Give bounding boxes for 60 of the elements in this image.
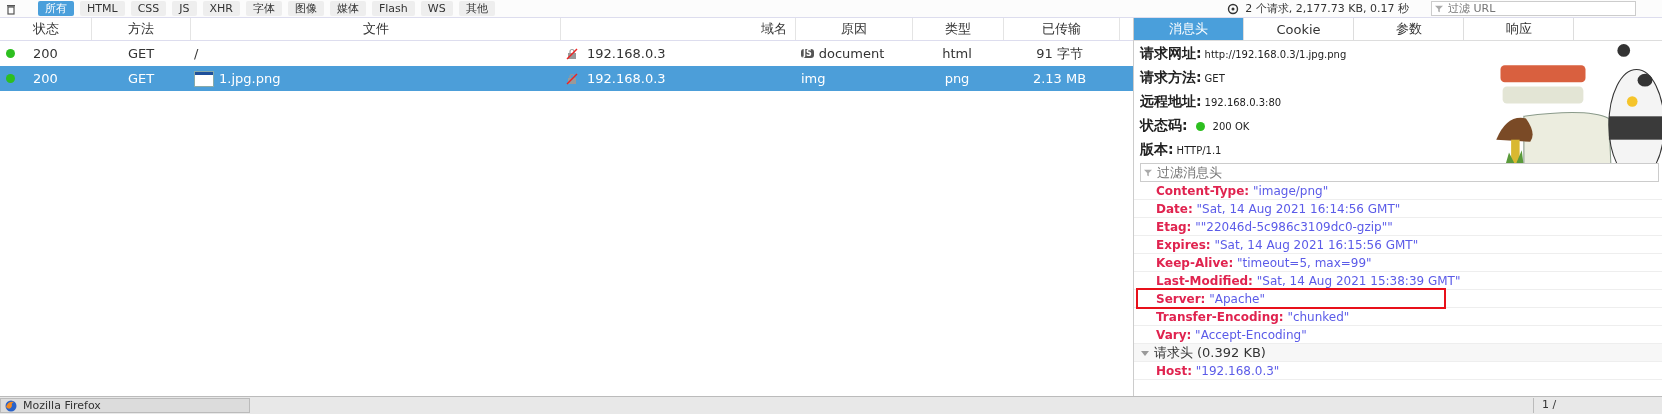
info-value: 192.168.0.3:80: [1204, 96, 1282, 108]
info-label: 远程地址:: [1140, 93, 1202, 111]
section-size: (0.392 KB): [1197, 345, 1266, 360]
js-badge: JS: [801, 49, 814, 58]
method-text: GET: [127, 71, 155, 86]
column-header[interactable]: 已传输: [1004, 18, 1120, 40]
info-value: HTTP/1.1: [1176, 144, 1222, 156]
header-line: Content-Type: "image/png": [1156, 183, 1329, 198]
size-text: 91 字节: [1036, 44, 1083, 63]
column-header[interactable]: 状态: [0, 18, 92, 40]
header-line: Date: "Sat, 14 Aug 2021 16:14:56 GMT": [1156, 201, 1401, 216]
header-line: Server: "Apache": [1156, 291, 1266, 306]
cause-text: img: [801, 71, 826, 86]
info-value: 200 OK: [1212, 120, 1250, 132]
url-filter-field[interactable]: 过滤 URL: [1431, 1, 1636, 16]
column-header[interactable]: 原因: [796, 18, 913, 40]
request-row[interactable]: 200 GET / 192.168.0.3 JS document html 91 字节: [0, 41, 1133, 66]
filter-button[interactable]: CSS: [130, 1, 167, 16]
info-label: 请求网址:: [1140, 45, 1202, 63]
info-label: 版本:: [1140, 141, 1174, 159]
filter-button[interactable]: 图像: [287, 1, 324, 16]
header-line: Expires: "Sat, 14 Aug 2021 16:15:56 GMT": [1156, 237, 1419, 252]
taskbar-window-button[interactable]: Mozilla Firefox: [0, 398, 250, 413]
method-text: GET: [127, 46, 155, 61]
header-line: Last-Modified: "Sat, 14 Aug 2021 15:38:39 GMT": [1156, 273, 1461, 288]
workspace-pager[interactable]: 1 /: [1533, 398, 1662, 413]
filter-button[interactable]: Flash: [371, 1, 415, 16]
info-label: 状态码:: [1140, 117, 1188, 135]
status-code: 200: [33, 71, 58, 86]
file-name: 1.jpg.png: [219, 71, 281, 86]
header-line: Keep-Alive: "timeout=5, max=99": [1156, 255, 1372, 270]
column-header[interactable]: 文件: [191, 18, 561, 40]
filter-button[interactable]: JS: [172, 1, 197, 16]
size-text: 2.13 MB: [1032, 71, 1087, 86]
domain-text: 192.168.0.3: [587, 71, 666, 86]
header-line: Transfer-Encoding: "chunked": [1156, 309, 1350, 324]
file-name: /: [194, 46, 199, 61]
header-line: Host: "192.168.0.3": [1156, 363, 1280, 378]
filter-button[interactable]: WS: [420, 1, 453, 16]
column-header[interactable]: 方法: [92, 18, 191, 40]
type-text: html: [942, 46, 972, 61]
info-value: GET: [1204, 72, 1225, 84]
filter-button[interactable]: XHR: [202, 1, 240, 16]
domain-text: 192.168.0.3: [587, 46, 666, 61]
header-line: Vary: "Accept-Encoding": [1156, 327, 1307, 342]
filter-button[interactable]: 其他: [458, 1, 495, 16]
section-title: 请求头: [1154, 343, 1193, 362]
filter-button[interactable]: 媒体: [329, 1, 366, 16]
request-summary: 2 个请求, 2,177.73 KB, 0.17 秒: [1245, 1, 1409, 16]
cause-text: document: [818, 46, 885, 61]
info-value: http://192.168.0.3/1.jpg.png: [1204, 48, 1347, 60]
filter-button[interactable]: 字体: [245, 1, 282, 16]
info-label: 请求方法:: [1140, 69, 1202, 87]
status-code: 200: [33, 46, 58, 61]
header-line: Etag: ""22046d-5c986c3109dc0-gzip"": [1156, 219, 1393, 234]
column-header[interactable]: 域名: [561, 18, 796, 40]
header-filter-field[interactable]: 过滤消息头: [1140, 163, 1659, 182]
column-header[interactable]: 类型: [913, 18, 1004, 40]
filter-button[interactable]: HTML: [80, 1, 125, 16]
type-text: png: [944, 71, 970, 86]
